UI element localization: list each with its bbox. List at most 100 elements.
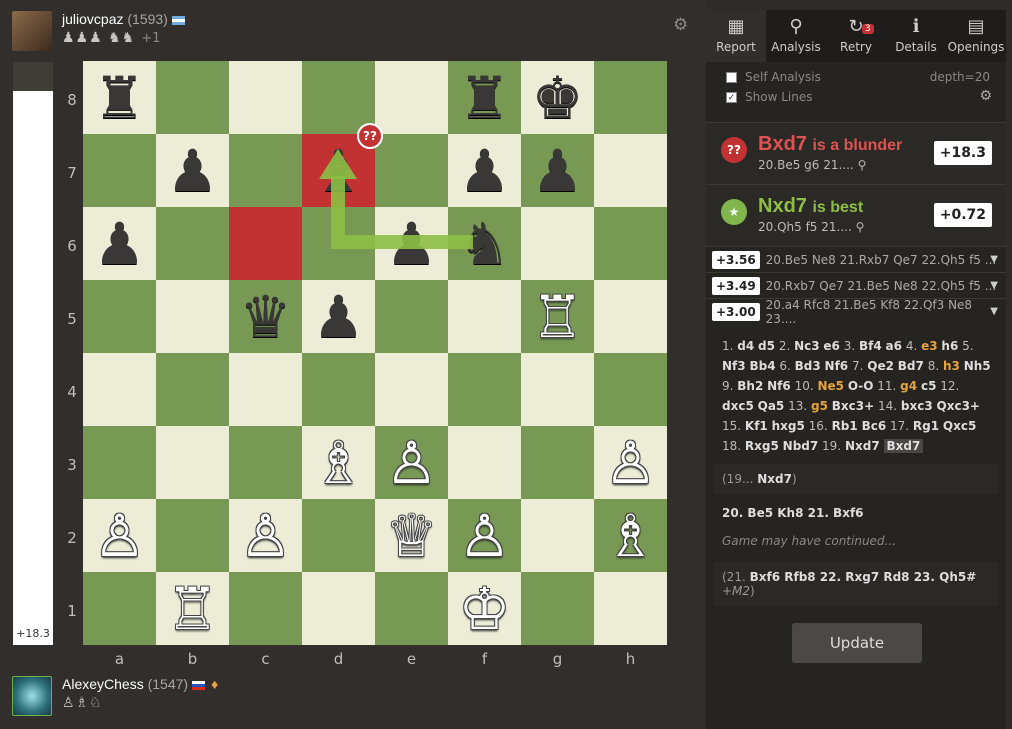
chess-piece[interactable]: ♔ [459,580,511,638]
tab-analysis[interactable]: ⚲ Analysis [766,10,826,62]
chess-piece[interactable]: ♙ [386,434,438,492]
search-icon[interactable]: ⚲ [858,158,867,172]
square-c1[interactable] [229,572,302,645]
square-h8[interactable] [594,61,667,134]
square-f2[interactable]: ♙ [448,499,521,572]
update-button[interactable]: Update [792,623,922,663]
tab-retry[interactable]: ↻ 3 Retry [826,10,886,62]
square-g8[interactable]: ♚ [521,61,594,134]
tab-openings[interactable]: ▤ Openings [946,10,1006,62]
chess-piece[interactable]: ♛ [240,288,292,346]
engine-line[interactable]: +3.00 20.a4 Rfc8 21.Be5 Kf8 22.Qf3 Ne8 23… [706,298,1006,326]
square-f5[interactable] [448,280,521,353]
chess-piece[interactable]: ♚ [532,69,584,127]
square-d2[interactable] [302,499,375,572]
square-a6[interactable]: ♟ [83,207,156,280]
square-f8[interactable]: ♜ [448,61,521,134]
square-e2[interactable]: ♕ [375,499,448,572]
square-a1[interactable] [83,572,156,645]
square-h2[interactable]: ♗ [594,499,667,572]
square-c5[interactable]: ♛ [229,280,302,353]
tab-details[interactable]: ℹ Details [886,10,946,62]
avatar[interactable] [12,676,52,716]
square-g4[interactable] [521,353,594,426]
square-b6[interactable] [156,207,229,280]
square-c7[interactable] [229,134,302,207]
square-b8[interactable] [156,61,229,134]
square-e8[interactable] [375,61,448,134]
engine-settings-gear-icon[interactable]: ⚙ [979,88,992,104]
chess-piece[interactable]: ♟ [459,142,511,200]
chess-piece[interactable]: ♟ [313,288,365,346]
square-e6[interactable]: ♟ [375,207,448,280]
square-h6[interactable] [594,207,667,280]
chess-piece[interactable]: ♗ [605,507,657,565]
square-f6[interactable]: ♞ [448,207,521,280]
square-c4[interactable] [229,353,302,426]
expand-chevron-icon[interactable]: ▼ [990,306,998,317]
alternative-line[interactable]: (21. Bxf6 Rfb8 22. Rxg7 Rd8 23. Qh5# +M2… [714,562,998,606]
continuation-line[interactable]: 20. Be5 Kh8 21. Bxf6 [706,494,1006,520]
square-b2[interactable] [156,499,229,572]
square-c8[interactable] [229,61,302,134]
engine-line[interactable]: +3.49 20.Rxb7 Qe7 21.Be5 Ne8 22.Qh5 f5 ..… [706,272,1006,298]
square-a2[interactable]: ♙ [83,499,156,572]
square-a5[interactable] [83,280,156,353]
square-c6[interactable] [229,207,302,280]
square-g2[interactable] [521,499,594,572]
square-h7[interactable] [594,134,667,207]
square-d6[interactable] [302,207,375,280]
square-e5[interactable] [375,280,448,353]
chess-piece[interactable]: ♙ [459,507,511,565]
square-f3[interactable] [448,426,521,499]
player-name[interactable]: AlexeyChess [62,676,144,692]
square-a3[interactable] [83,426,156,499]
square-e1[interactable] [375,572,448,645]
chess-piece[interactable]: ♟ [94,215,146,273]
search-icon[interactable]: ⚲ [856,220,865,234]
square-h1[interactable] [594,572,667,645]
square-a7[interactable] [83,134,156,207]
square-c2[interactable]: ♙ [229,499,302,572]
square-e3[interactable]: ♙ [375,426,448,499]
chess-piece[interactable]: ♟ [532,142,584,200]
square-a8[interactable]: ♜ [83,61,156,134]
square-d5[interactable]: ♟ [302,280,375,353]
chess-piece[interactable]: ♟ [386,215,438,273]
square-b7[interactable]: ♟ [156,134,229,207]
square-f7[interactable]: ♟ [448,134,521,207]
square-g5[interactable]: ♖ [521,280,594,353]
square-g7[interactable]: ♟ [521,134,594,207]
square-b4[interactable] [156,353,229,426]
tab-report[interactable]: ▦ Report [706,10,766,62]
chess-piece[interactable]: ♟ [167,142,219,200]
show-lines-option[interactable]: ✓ Show Lines [726,90,990,104]
square-d4[interactable] [302,353,375,426]
square-g3[interactable] [521,426,594,499]
square-h3[interactable]: ♙ [594,426,667,499]
chess-piece[interactable]: ♞ [459,215,511,273]
square-e4[interactable] [375,353,448,426]
square-e7[interactable] [375,134,448,207]
square-a4[interactable] [83,353,156,426]
chess-piece[interactable]: ♙ [240,507,292,565]
chess-piece[interactable]: ♗ [313,434,365,492]
square-c3[interactable] [229,426,302,499]
avatar[interactable] [12,11,52,51]
chess-piece[interactable]: ♙ [94,507,146,565]
square-g1[interactable] [521,572,594,645]
square-d1[interactable] [302,572,375,645]
expand-chevron-icon[interactable]: ▼ [990,254,998,265]
player-name[interactable]: juliovcpaz [62,11,123,27]
expand-chevron-icon[interactable]: ▼ [990,280,998,291]
square-b5[interactable] [156,280,229,353]
square-b3[interactable] [156,426,229,499]
chess-piece[interactable]: ♜ [459,69,511,127]
variation-line[interactable]: (19... Nxd7) [714,464,998,494]
square-g6[interactable] [521,207,594,280]
square-b1[interactable]: ♖ [156,572,229,645]
chess-piece[interactable]: ♙ [605,434,657,492]
chess-piece[interactable]: ♜ [94,69,146,127]
board-settings-gear-icon[interactable]: ⚙ [673,15,688,35]
square-d3[interactable]: ♗ [302,426,375,499]
